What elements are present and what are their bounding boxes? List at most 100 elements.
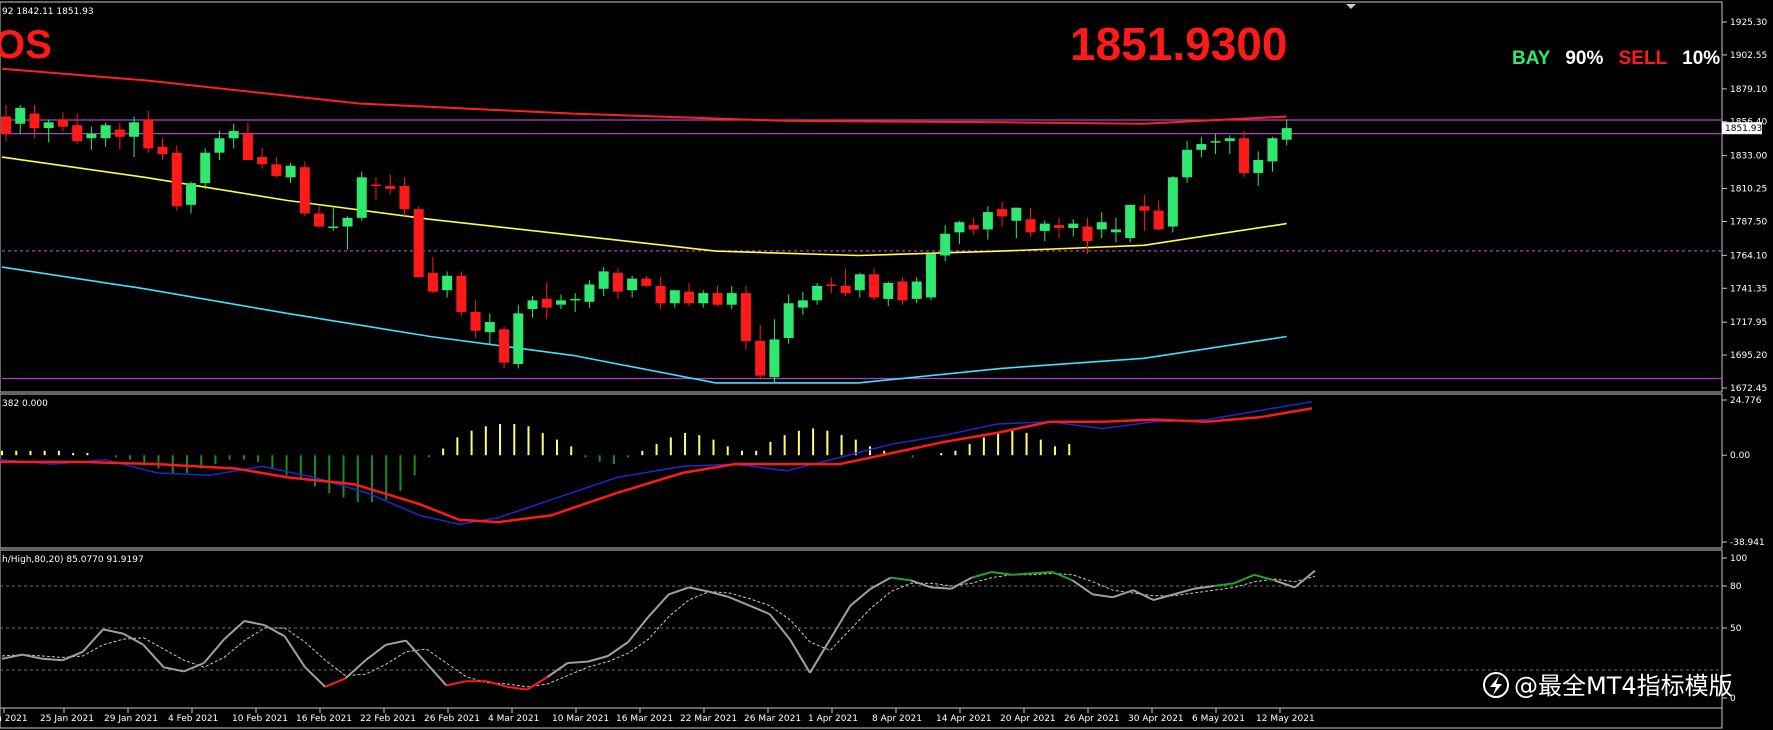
candle-body-47 (669, 290, 680, 304)
sell-percent: 10% (1682, 48, 1720, 69)
price-tick-label-0: 1925.30 (1730, 18, 1767, 28)
date-tick-label-1: 25 Jan 2021 (40, 714, 94, 724)
price-tick-label-2: 1879.10 (1730, 85, 1767, 95)
candle-body-60 (854, 274, 865, 291)
candle-body-43 (612, 272, 623, 292)
date-tick-label-13: 1 Apr 2021 (808, 714, 858, 724)
candle-body-0 (1, 116, 11, 134)
watermark-text: @最全MT4指标模版 (1514, 672, 1733, 700)
candle-body-34 (484, 322, 495, 333)
candle-body-68 (968, 225, 979, 230)
ohlc-readout: 92 1842.11 1851.93 (2, 7, 94, 17)
candle-body-8 (114, 129, 125, 137)
candle-body-56 (797, 300, 808, 308)
candle-body-67 (954, 222, 965, 233)
date-tick-label-12: 26 Mar 2021 (744, 714, 801, 724)
stoch-tick-label-1: 80 (1730, 582, 1742, 592)
date-tick-label-5: 16 Feb 2021 (296, 714, 352, 724)
candle-body-49 (698, 293, 709, 304)
candle-body-9 (129, 122, 140, 137)
candle-body-12 (171, 152, 182, 207)
candle-body-50 (712, 293, 723, 305)
symbol-label: OS (0, 23, 52, 67)
candle-body-64 (911, 281, 922, 299)
candle-body-48 (684, 291, 695, 304)
candle-body-29 (413, 209, 424, 278)
candle-body-90 (1281, 128, 1292, 140)
candle-body-20 (285, 165, 296, 178)
candle-body-79 (1125, 204, 1136, 239)
candle-body-31 (442, 275, 453, 291)
candle-body-11 (157, 146, 168, 155)
candle-body-4 (57, 119, 68, 127)
candle-body-80 (1139, 206, 1150, 211)
candle-body-65 (925, 254, 936, 298)
price-tick-label-6: 1787.50 (1730, 217, 1767, 227)
candle-body-41 (584, 284, 595, 302)
candle-body-6 (86, 133, 97, 139)
candle-body-72 (1025, 219, 1036, 233)
candle-body-59 (840, 285, 851, 294)
candle-body-62 (883, 282, 894, 299)
date-tick-label-4: 10 Feb 2021 (232, 714, 288, 724)
date-tick-label-17: 26 Apr 2021 (1064, 714, 1120, 724)
stoch-tick-label-2: 50 (1730, 624, 1742, 634)
candle-body-5 (72, 125, 83, 142)
price-tick-label-5: 1810.25 (1730, 185, 1767, 195)
sell-label: SELL (1619, 48, 1668, 69)
candle-body-45 (641, 278, 652, 286)
candle-body-38 (541, 298, 552, 308)
macd-tick-label-2: -38.941 (1730, 538, 1765, 548)
candle-body-70 (997, 209, 1008, 217)
candle-body-54 (769, 339, 780, 378)
candle-body-61 (869, 274, 880, 298)
date-tick-label-8: 4 Mar 2021 (488, 714, 539, 724)
price-tick-label-11: 1672.45 (1730, 384, 1767, 394)
candle-body-36 (513, 313, 524, 365)
candle-body-3 (43, 122, 54, 129)
date-tick-label-7: 26 Feb 2021 (424, 714, 480, 724)
candle-body-81 (1153, 210, 1164, 230)
candle-body-35 (499, 329, 510, 363)
candle-body-33 (470, 311, 481, 331)
candle-body-85 (1210, 141, 1221, 143)
candle-body-76 (1082, 226, 1093, 242)
candle-body-69 (982, 212, 993, 230)
current-price-display: 1851.9300 (1070, 18, 1287, 70)
candle-body-75 (1068, 223, 1079, 228)
candle-body-25 (356, 177, 367, 218)
candle-body-37 (527, 300, 538, 310)
candle-body-83 (1182, 149, 1193, 178)
stoch-header: h/High,80,20) 85.0770 91.9197 (2, 555, 144, 565)
candle-body-40 (570, 298, 581, 301)
price-tick-label-7: 1764.10 (1730, 251, 1767, 261)
candle-body-28 (399, 186, 410, 210)
candle-body-84 (1196, 144, 1207, 150)
candle-body-10 (143, 119, 154, 149)
candle-body-19 (271, 164, 282, 176)
buy-label: BAY (1512, 48, 1551, 69)
candle-body-58 (826, 284, 837, 286)
watermark: @最全MT4指标模版 (1483, 672, 1733, 700)
macd-tick-label-1: 0.00 (1730, 451, 1750, 461)
candle-body-26 (370, 184, 381, 187)
mt4-chart-window: 92 1842.11 1851.93 OS 1851.9300 BAY 90% … (0, 0, 1773, 730)
stoch-main-seg-3 (42, 657, 63, 662)
candle-body-89 (1267, 138, 1278, 162)
macd-header: 382 0.000 (2, 399, 48, 409)
stoch-main-seg-47 (931, 586, 952, 590)
date-tick-label-19: 6 May 2021 (1192, 714, 1245, 724)
candle-body-51 (726, 293, 737, 305)
candle-body-71 (1011, 207, 1022, 221)
candle-body-73 (1039, 223, 1050, 231)
candle-body-57 (812, 285, 823, 301)
date-tick-label-18: 30 Apr 2021 (1128, 714, 1184, 724)
candle-body-87 (1239, 138, 1250, 173)
date-tick-label-14: 8 Apr 2021 (872, 714, 922, 724)
date-tick-label-2: 29 Jan 2021 (104, 714, 158, 724)
candle-body-7 (100, 125, 111, 139)
candle-body-52 (740, 293, 751, 341)
candle-body-82 (1167, 177, 1178, 227)
candle-body-22 (314, 213, 325, 227)
date-tick-label-15: 14 Apr 2021 (936, 714, 992, 724)
